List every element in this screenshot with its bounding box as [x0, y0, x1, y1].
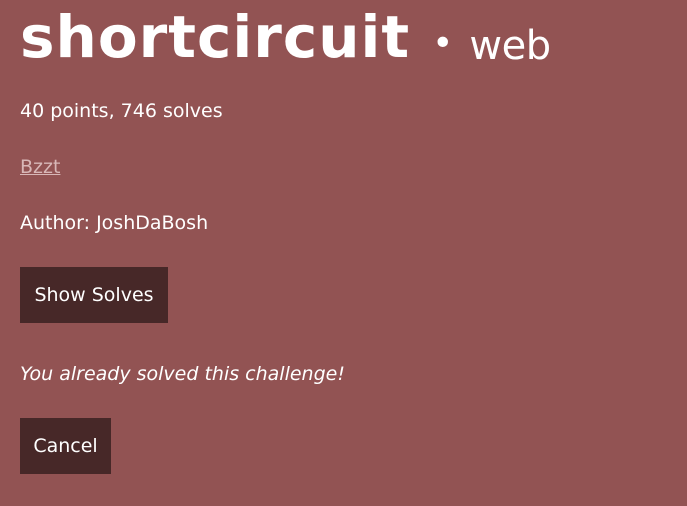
challenge-link[interactable]: Bzzt	[20, 154, 60, 180]
title-separator: •	[432, 23, 454, 64]
show-solves-button[interactable]: Show Solves	[20, 267, 168, 323]
challenge-name: shortcircuit	[20, 3, 411, 71]
cancel-button[interactable]: Cancel	[20, 418, 111, 474]
challenge-category: web	[469, 23, 551, 69]
challenge-points-solves: 40 points, 746 solves	[20, 100, 223, 122]
solved-message: You already solved this challenge!	[20, 363, 345, 385]
challenge-modal: shortcircuit • web 40 points, 746 solves B…	[20, 0, 687, 506]
challenge-title-row: shortcircuit • web	[20, 2, 551, 72]
challenge-author: Author: JoshDaBosh	[20, 212, 209, 234]
